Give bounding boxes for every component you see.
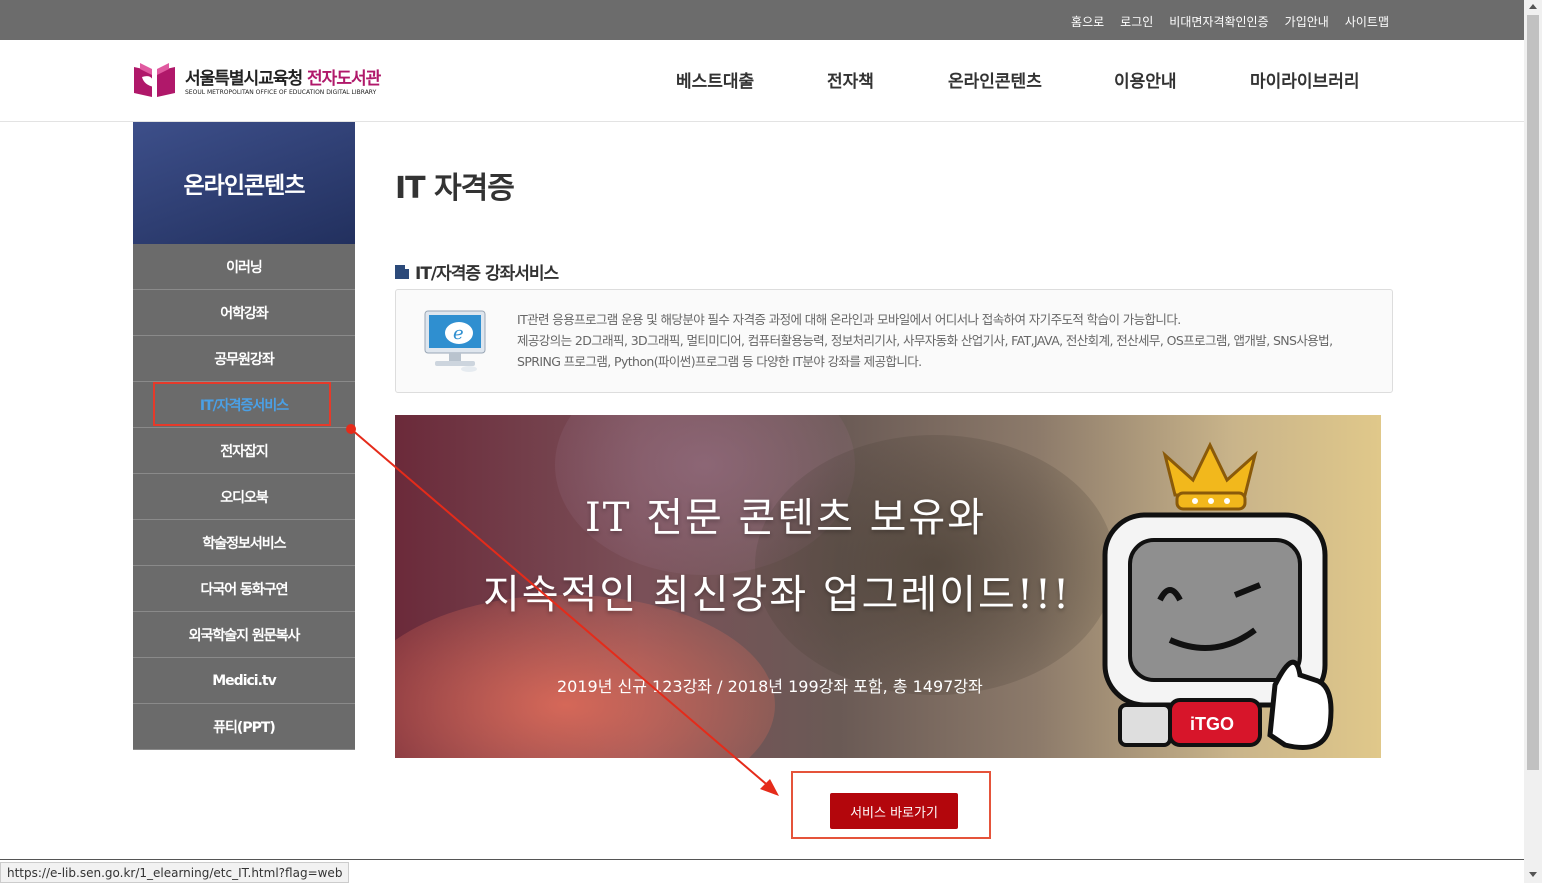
sidebar: 온라인콘텐츠 이러닝 어학강좌 공무원강좌 IT/자격증서비스 전자잡지 오디오… xyxy=(133,122,355,750)
utility-bar: 홈으로 로그인 비대면자격확인인증 가입안내 사이트맵 xyxy=(0,0,1524,40)
itgo-mascot-image: iTGO xyxy=(1102,441,1334,750)
annotation-button-box: 서비스 바로가기 xyxy=(791,771,991,839)
scroll-up-arrow-icon[interactable] xyxy=(1529,4,1537,9)
section-bullet-icon xyxy=(395,264,409,279)
logo-title: 서울특별시교육청 전자도서관 xyxy=(185,69,381,89)
utility-links: 홈으로 로그인 비대면자격확인인증 가입안내 사이트맵 xyxy=(1071,13,1389,30)
sidebar-item-audiobook[interactable]: 오디오북 xyxy=(133,474,355,520)
sidebar-item-ppt[interactable]: 퓨티(PPT) xyxy=(133,704,355,750)
section-title: IT/자격증 강좌서비스 xyxy=(395,259,559,284)
nav-best-loans[interactable]: 베스트대출 xyxy=(676,67,827,92)
sidebar-item-academic[interactable]: 학술정보서비스 xyxy=(133,520,355,566)
banner-headline-1: IT 전문 콘텐츠 보유와 xyxy=(585,495,987,541)
sidebar-title: 온라인콘텐츠 xyxy=(133,122,355,244)
login-link[interactable]: 로그인 xyxy=(1120,13,1153,30)
nav-ebooks[interactable]: 전자책 xyxy=(827,67,948,92)
sidebar-item-it-certificate[interactable]: IT/자격증서비스 xyxy=(133,382,355,428)
page-bottom-divider xyxy=(0,859,1524,860)
logo-book-icon xyxy=(134,63,175,97)
service-shortcut-button[interactable]: 서비스 바로가기 xyxy=(830,793,958,829)
nav-usage-guide[interactable]: 이용안내 xyxy=(1114,67,1250,92)
join-guide-link[interactable]: 가입안내 xyxy=(1285,13,1329,30)
description-text: IT관련 응용프로그램 운용 및 해당분야 필수 자격증 과정에 대해 온라인과… xyxy=(517,312,1333,369)
svg-text:iTGO: iTGO xyxy=(1190,714,1234,734)
contactless-auth-link[interactable]: 비대면자격확인인증 xyxy=(1169,13,1268,30)
nav-my-library[interactable]: 마이라이브러리 xyxy=(1250,67,1359,92)
promo-banner: IT 전문 콘텐츠 보유와 지속적인 최신강좌 업그레이드!!! 2019년 신… xyxy=(395,415,1381,758)
site-logo[interactable]: 서울특별시교육청 전자도서관 SEOUL METROPOLITAN OFFICE… xyxy=(132,61,381,99)
sidebar-item-civil-service[interactable]: 공무원강좌 xyxy=(133,336,355,382)
home-link[interactable]: 홈으로 xyxy=(1071,13,1104,30)
svg-text:e: e xyxy=(453,323,464,344)
logo-subtitle: SEOUL METROPOLITAN OFFICE OF EDUCATION D… xyxy=(185,89,377,96)
status-bar-url: https://e-lib.sen.go.kr/1_elearning/etc_… xyxy=(0,862,350,883)
computer-elearning-icon: e xyxy=(424,310,486,372)
banner-subtext: 2019년 신규 123강좌 / 2018년 199강좌 포함, 총 1497강… xyxy=(557,677,983,696)
sidebar-item-emagazine[interactable]: 전자잡지 xyxy=(133,428,355,474)
annotation-highlight-box xyxy=(153,382,331,426)
page-title: IT 자격증 xyxy=(395,171,515,206)
sidebar-item-storytelling[interactable]: 다국어 동화구연 xyxy=(133,566,355,612)
sidebar-item-language[interactable]: 어학강좌 xyxy=(133,290,355,336)
description-box: e IT관련 응용프로그램 운용 및 해당분야 필수 자격증 과정에 대해 온라… xyxy=(395,289,1393,393)
scroll-down-arrow-icon[interactable] xyxy=(1529,872,1537,877)
sidebar-item-elearning[interactable]: 이러닝 xyxy=(133,244,355,290)
banner-headline-2: 지속적인 최신강좌 업그레이드!!! xyxy=(483,572,1072,618)
main-nav: 베스트대출 전자책 온라인콘텐츠 이용안내 마이라이브러리 xyxy=(676,67,1359,92)
scroll-thumb[interactable] xyxy=(1527,15,1539,770)
vertical-scrollbar[interactable] xyxy=(1524,0,1542,883)
sidebar-item-medici[interactable]: Medici.tv xyxy=(133,658,355,704)
header: 서울특별시교육청 전자도서관 SEOUL METROPOLITAN OFFICE… xyxy=(0,40,1524,122)
nav-online-content[interactable]: 온라인콘텐츠 xyxy=(948,67,1114,92)
sitemap-link[interactable]: 사이트맵 xyxy=(1345,13,1389,30)
sidebar-item-journal-copy[interactable]: 외국학술지 원문복사 xyxy=(133,612,355,658)
